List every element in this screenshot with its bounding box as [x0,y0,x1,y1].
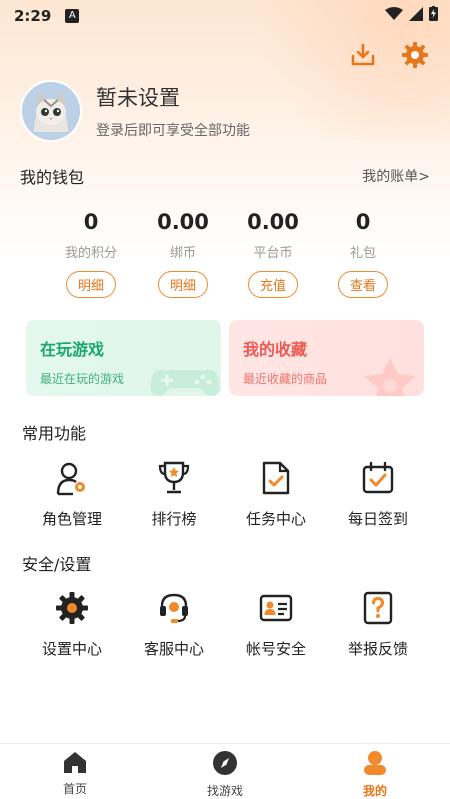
grid-label: 帐号安全 [245,640,306,658]
recharge-button[interactable]: 充值 [248,271,298,298]
my-bill-link[interactable]: 我的账单> [362,166,430,186]
gear-icon[interactable] [400,40,430,70]
trophy-icon [154,458,194,498]
playing-games-card[interactable]: 在玩游戏 最近在玩的游戏 [26,320,221,396]
stat-platform-coins: 0.00 平台币 充值 [228,210,318,298]
stat-value: 0.00 [247,210,299,234]
stat-gift-packs: 0 礼包 查看 [318,210,408,298]
bound-coins-detail-button[interactable]: 明细 [158,271,208,298]
nav-find-games[interactable]: 找游戏 [175,750,275,799]
status-indicators [385,6,438,21]
task-center-button[interactable]: 任务中心 [226,458,326,529]
quick-cards: 在玩游戏 最近在玩的游戏 我的收藏 最近收藏的商品 [26,320,424,396]
role-manage-button[interactable]: 角色管理 [22,458,122,529]
points-detail-button[interactable]: 明细 [66,271,116,298]
grid-label: 排行榜 [151,510,197,528]
home-icon [64,752,86,773]
report-feedback-button[interactable]: 举报反馈 [328,588,428,659]
wallet-title: 我的钱包 [20,168,85,187]
stat-value: 0.00 [157,210,209,234]
status-bar: 2:29 A [0,0,450,32]
grid-label: 任务中心 [245,510,306,528]
nav-mine[interactable]: 我的 [325,750,425,799]
task-doc-icon [256,458,296,498]
grid-label: 角色管理 [41,510,102,528]
stat-label: 我的积分 [64,246,117,261]
download-icon[interactable] [348,40,378,70]
user-icon [364,751,386,775]
stat-label: 平台币 [253,246,293,261]
signal-icon [409,6,423,21]
my-favorites-card[interactable]: 我的收藏 最近收藏的商品 [229,320,424,396]
stat-bound-coins: 0.00 绑币 明细 [138,210,228,298]
card-title: 在玩游戏 [40,340,105,359]
wallet-header: 我的钱包 我的账单> [20,164,430,188]
battery-icon [429,6,438,21]
status-a-badge: A [65,9,80,23]
headset-icon [154,588,194,628]
nav-label: 首页 [62,782,87,796]
grid-label: 客服中心 [143,640,204,658]
customer-service-button[interactable]: 客服中心 [124,588,224,659]
role-manage-icon [52,458,92,498]
common-functions-title: 常用功能 [22,424,87,443]
leaderboard-button[interactable]: 排行榜 [124,458,224,529]
calendar-check-icon [358,458,398,498]
settings-center-button[interactable]: 设置中心 [22,588,122,659]
bottom-navigation: 首页 找游戏 我的 [0,743,450,799]
nav-label: 我的 [362,784,387,798]
stat-label: 礼包 [349,246,376,261]
stat-label: 绑币 [169,246,196,261]
compass-icon [213,751,237,775]
stat-points: 0 我的积分 明细 [46,210,136,298]
stat-value: 0 [83,210,99,234]
id-card-icon [256,588,296,628]
avatar[interactable] [20,80,82,142]
grid-label: 设置中心 [41,640,102,658]
grid-label: 每日签到 [347,510,408,528]
nav-label: 找游戏 [206,784,243,798]
report-question-icon [358,588,398,628]
account-security-button[interactable]: 帐号安全 [226,588,326,659]
daily-checkin-button[interactable]: 每日签到 [328,458,428,529]
gift-view-button[interactable]: 查看 [338,271,388,298]
status-time: 2:29 [14,7,52,25]
profile-name: 暂未设置 [96,86,180,110]
star-icon [364,358,416,396]
stat-value: 0 [355,210,371,234]
security-settings-title: 安全/设置 [22,555,92,574]
profile-section[interactable]: 暂未设置 登录后即可享受全部功能 [20,80,250,142]
grid-label: 举报反馈 [347,640,408,658]
nav-home[interactable]: 首页 [25,750,125,797]
gear-icon [52,588,92,628]
profile-login-hint: 登录后即可享受全部功能 [96,123,250,139]
top-actions [348,40,430,70]
wifi-icon [385,6,403,20]
gamepad-icon [150,370,220,396]
